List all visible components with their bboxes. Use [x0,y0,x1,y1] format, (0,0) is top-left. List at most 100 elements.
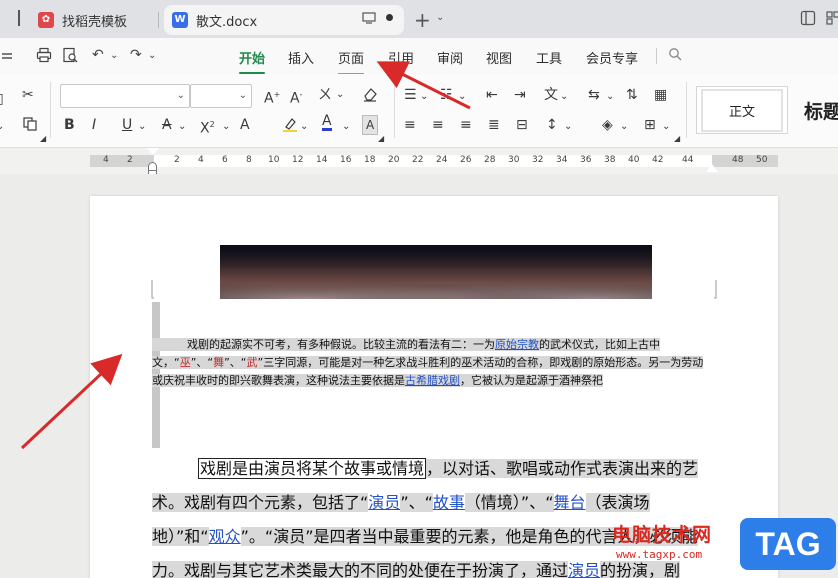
numbered-dropdown-icon[interactable]: ⌄ [458,88,466,106]
justify-icon[interactable]: ≣ [488,116,500,134]
tab-label: 找稻壳模板 [62,14,128,30]
font-color-dropdown-icon[interactable]: ⌄ [342,118,350,136]
phonetic-guide-icon[interactable]: ㄨ [318,86,332,104]
menu-insert[interactable]: 插入 [288,48,314,67]
font-size-dropdown[interactable]: ⌄ [190,84,252,108]
text-direction-icon[interactable]: ⇆ [588,86,600,104]
text-effect-icon[interactable]: A [240,116,250,134]
redo-icon[interactable]: ↷ [130,47,142,63]
hyperlink[interactable]: 观众 [209,527,241,546]
hyperlink[interactable]: 演员 [368,493,400,512]
ruler-number: 24 [436,155,448,165]
ruler[interactable]: 4 2 2 4 6 8 10 12 14 16 18 20 22 24 26 2… [0,148,838,175]
ruler-left-margin [90,155,154,167]
hyperlink[interactable]: 古希腊戏剧 [405,374,460,387]
superscript-dropdown-icon[interactable]: ⌄ [222,118,230,136]
increase-indent-icon[interactable]: ⇥ [514,86,526,104]
ruler-number: 4 [103,155,109,165]
split-view-icon[interactable] [800,10,816,30]
numbered-list-icon[interactable]: ☷ [440,86,453,104]
menu-review[interactable]: 审阅 [437,48,463,67]
style-heading[interactable]: 标题 [790,86,838,134]
underline-dropdown-icon[interactable]: ⌄ [138,118,146,136]
print-icon[interactable] [36,47,52,67]
ruler-number: 14 [316,155,328,165]
bullet-dropdown-icon[interactable]: ⌄ [420,88,428,106]
print-preview-icon[interactable] [62,47,78,67]
text-run: ”、“ [190,356,214,369]
strikethrough-dropdown-icon[interactable]: ⌄ [178,118,186,136]
menu-lines-icon[interactable] [2,47,16,65]
chevron-down-icon[interactable]: ⌄ [436,12,444,23]
monitor-icon[interactable] [362,11,376,29]
tab-template[interactable]: ✿ 找稻壳模板 [30,5,160,35]
increase-font-icon[interactable]: A+ [264,86,280,108]
paragraph-expand-icon[interactable]: ◢ [674,130,680,148]
font-name-dropdown[interactable]: ⌄ [60,84,190,108]
hyperlink[interactable]: 故事 [433,493,465,512]
ruler-number: 38 [604,155,616,165]
hyperlink[interactable]: 演员 [568,561,600,578]
clipboard-expand-icon[interactable]: ◢ [40,130,46,148]
new-tab-plus-icon[interactable]: + [414,8,431,32]
sort-icon[interactable]: ⇅ [626,86,638,104]
font-expand-icon[interactable]: ◢ [378,130,384,148]
cut-icon[interactable]: ✂ [22,86,34,104]
copy-icon[interactable] [22,116,38,137]
hyperlink[interactable]: 舞台 [554,493,586,512]
grid-icon[interactable] [826,10,838,30]
style-normal[interactable]: 正文 [696,86,788,134]
menu-view[interactable]: 视图 [486,48,512,67]
underline-icon[interactable]: U [122,116,132,134]
font-color-icon[interactable]: A [322,114,332,131]
tab-document[interactable]: W 散文.docx [164,5,404,35]
toolbar-separator [686,82,687,138]
unsaved-dot-icon[interactable] [386,14,393,21]
align-right-icon[interactable]: ≡ [460,116,472,134]
undo-dropdown-icon[interactable]: ⌄ [110,50,118,61]
borders-icon[interactable]: ⊞ [644,116,656,134]
decrease-font-icon[interactable]: A- [290,86,302,108]
align-left-icon[interactable]: ≡ [404,116,416,134]
align-center-icon[interactable]: ≡ [432,116,444,134]
chinese-layout-dropdown-icon[interactable]: ⌄ [560,88,568,106]
sidebar-toggle-icon[interactable] [6,10,20,26]
ruler-number: 6 [222,155,228,165]
shading-icon[interactable]: ◈ [602,116,613,134]
menu-vip[interactable]: 会员专享 [586,48,638,67]
highlight-dropdown-icon[interactable]: ⌄ [300,118,308,136]
menu-tools[interactable]: 工具 [536,48,562,67]
menu-references[interactable]: 引用 [388,48,414,67]
text-direction-dropdown-icon[interactable]: ⌄ [606,88,614,106]
paste-dropdown-icon[interactable]: ⌄ [0,118,4,136]
char-shading-icon[interactable]: A [362,115,379,135]
show-marks-icon[interactable]: ▦ [654,86,667,104]
hyperlink[interactable]: 原始宗教 [495,338,539,351]
ruler-number: 2 [127,155,133,165]
borders-dropdown-icon[interactable]: ⌄ [662,118,670,136]
clear-format-icon[interactable] [362,86,378,107]
chinese-layout-icon[interactable]: 文 [544,86,558,104]
undo-icon[interactable]: ↶ [92,47,104,63]
phonetic-dropdown-icon[interactable]: ⌄ [336,86,344,104]
decrease-indent-icon[interactable]: ⇤ [486,86,498,104]
menu-page[interactable]: 页面 [338,48,365,74]
italic-icon[interactable]: I [92,116,96,134]
right-indent-marker[interactable] [706,164,718,172]
bold-icon[interactable]: B [64,116,75,134]
line-spacing-icon[interactable]: ↕ [546,116,558,134]
line-spacing-dropdown-icon[interactable]: ⌄ [564,118,572,136]
first-line-indent-marker[interactable] [147,148,159,155]
paste-icon[interactable]: ▯ [0,90,4,108]
highlight-icon[interactable] [282,116,298,137]
distributed-icon[interactable]: ⊟ [516,116,528,134]
ruler-number: 32 [532,155,544,165]
bullet-list-icon[interactable]: ☰ [404,86,417,104]
redo-dropdown-icon[interactable]: ⌄ [148,50,156,61]
shading-dropdown-icon[interactable]: ⌄ [620,118,628,136]
superscript-icon[interactable]: X2 [200,116,215,138]
strikethrough-icon[interactable]: A [162,116,172,134]
menu-home[interactable]: 开始 [239,48,266,74]
search-icon[interactable] [668,47,682,65]
paragraph-small[interactable]: 戏剧的起源实不可考，有多种假说。比较主流的看法有二：一为原始宗教的武术仪式，比如… [152,336,714,390]
